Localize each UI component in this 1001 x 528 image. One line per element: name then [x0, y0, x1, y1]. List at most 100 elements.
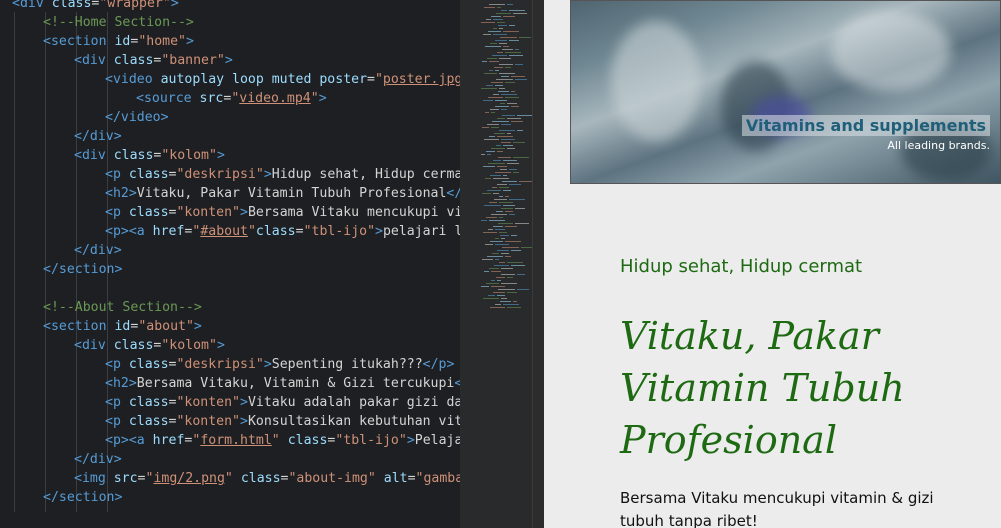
code-line[interactable]: <div class="banner">	[74, 51, 233, 70]
minimap-line	[500, 235, 509, 236]
code-token-tag: >	[263, 167, 272, 182]
code-line[interactable]: <div class="kolom">	[74, 146, 225, 165]
code-line[interactable]: <source src="video.mp4">	[136, 89, 327, 108]
code-line[interactable]: <img src="img/2.png" class="about-img" a…	[74, 469, 460, 488]
minimap-line	[489, 202, 497, 203]
minimap-line	[491, 148, 505, 149]
minimap-line	[517, 115, 533, 116]
code-line[interactable]: <p class="konten">Vitaku adalah pakar gi…	[105, 393, 460, 412]
code-line[interactable]: <section id="about">	[43, 317, 202, 336]
minimap-line	[501, 274, 515, 275]
code-token-val: "kolom"	[161, 148, 217, 163]
minimap-line	[513, 172, 519, 173]
minimap-line	[498, 289, 515, 290]
code-line[interactable]: <section id="home">	[43, 32, 194, 51]
minimap-line	[499, 130, 515, 131]
minimap-line	[493, 178, 509, 179]
code-token-tag: >	[406, 433, 415, 448]
minimap-line	[485, 46, 501, 47]
code-line[interactable]: <p><a href="form.html" class="tbl-ijo">P…	[105, 431, 460, 450]
code-line[interactable]: <video autoplay loop muted poster="poste…	[105, 70, 460, 89]
code-token-tag: >	[240, 205, 248, 220]
minimap-line	[499, 196, 503, 197]
minimap-line	[489, 4, 505, 5]
code-line[interactable]: <p class="deskripsi">Hidup sehat, Hidup …	[105, 165, 460, 184]
code-line[interactable]: <p class="deskripsi">Sepenting itukah???…	[105, 355, 454, 374]
code-line[interactable]: <p class="konten">Bersama Vitaku mencuku…	[105, 203, 460, 222]
code-line[interactable]: </video>	[105, 108, 169, 127]
minimap-line	[501, 268, 513, 269]
minimap-line	[511, 121, 523, 122]
minimap-line	[489, 268, 499, 269]
code-token-tag: <h2>	[105, 376, 137, 391]
code-line[interactable]: </div>	[74, 241, 122, 260]
code-token-tag: <p	[105, 414, 129, 429]
code-line[interactable]: </div>	[74, 450, 122, 469]
code-token-tag: <p><a	[105, 433, 153, 448]
minimap-line	[482, 127, 489, 128]
minimap-line	[498, 91, 509, 92]
code-line[interactable]: <div class="kolom">	[74, 336, 225, 355]
minimap-line	[502, 115, 515, 116]
minimap-line	[507, 118, 521, 119]
code-token-txt: Bersama Vitaku, Vitamin & Gizi tercukupi	[136, 376, 455, 391]
minimap-line	[495, 229, 505, 230]
minimap-line	[484, 205, 501, 206]
code-line[interactable]: </section>	[43, 260, 122, 279]
minimap-line	[515, 49, 519, 50]
minimap-line	[488, 229, 493, 230]
code-token-tag: </div>	[74, 243, 122, 258]
code-line[interactable]: </section>	[43, 488, 122, 507]
code-line[interactable]: <h2>Vitaku, Pakar Vitamin Tubuh Profesio…	[105, 184, 460, 203]
code-token-tag: >	[170, 0, 179, 11]
code-token-link: #about	[200, 224, 248, 239]
minimap-line	[517, 274, 525, 275]
code-token-val: "gambar	[415, 471, 460, 486]
minimap-line	[497, 151, 503, 152]
minimap-line	[517, 130, 523, 131]
minimap-line	[501, 283, 517, 284]
code-token-txt: pelajari lel	[382, 224, 460, 239]
minimap-line	[505, 211, 513, 212]
code-token-tag: </video>	[105, 110, 169, 125]
minimap-line	[511, 235, 517, 236]
banner-caption: Vitamins and supplements	[741, 115, 990, 136]
minimap-line	[492, 253, 499, 254]
minimap-line	[494, 265, 509, 266]
code-token-val: "kolom"	[161, 338, 217, 353]
minimap-line	[515, 79, 527, 80]
minimap-line	[505, 97, 519, 98]
minimap-line	[497, 52, 503, 53]
code-line[interactable]: <div class="wrapper">	[12, 0, 179, 13]
minimap-line	[505, 82, 515, 83]
minimap-line	[493, 34, 507, 35]
minimap-line	[509, 25, 515, 26]
code-token-tag: <source	[136, 91, 200, 106]
minimap-line	[484, 7, 495, 8]
code-token-tag: <p	[105, 357, 129, 372]
minimap-line	[490, 43, 497, 44]
minimap-line	[501, 109, 507, 110]
code-line[interactable]: <p><a href="#about"class="tbl-ijo">pelaj…	[105, 222, 460, 241]
minimap-line	[499, 88, 505, 89]
code-line[interactable]: <!--About Section-->	[43, 298, 202, 317]
minimap-line	[495, 238, 499, 239]
minimap-line	[501, 10, 507, 11]
minimap-line	[483, 298, 499, 299]
minimap-line	[503, 46, 509, 47]
code-editor[interactable]: <div class="wrapper"> <!--Home Section-->…	[0, 0, 460, 528]
minimap-line	[495, 100, 507, 101]
minimap[interactable]	[460, 0, 533, 528]
code-token-val: "home"	[138, 34, 186, 49]
minimap-line	[491, 271, 501, 272]
code-line[interactable]: <p class="konten">Konsultasikan kebutuha…	[105, 412, 460, 431]
minimap-line	[494, 67, 503, 68]
minimap-line	[491, 112, 495, 113]
code-line[interactable]: <h2>Bersama Vitaku, Vitamin & Gizi tercu…	[105, 374, 460, 393]
code-line[interactable]: <!--Home Section-->	[43, 13, 194, 32]
code-line[interactable]: </div>	[74, 127, 122, 146]
video-blur-shape	[831, 11, 951, 91]
minimap-line	[509, 214, 515, 215]
minimap-line	[501, 94, 517, 95]
banner-video[interactable]: Vitamins and supplements All leading bra…	[570, 0, 1001, 184]
